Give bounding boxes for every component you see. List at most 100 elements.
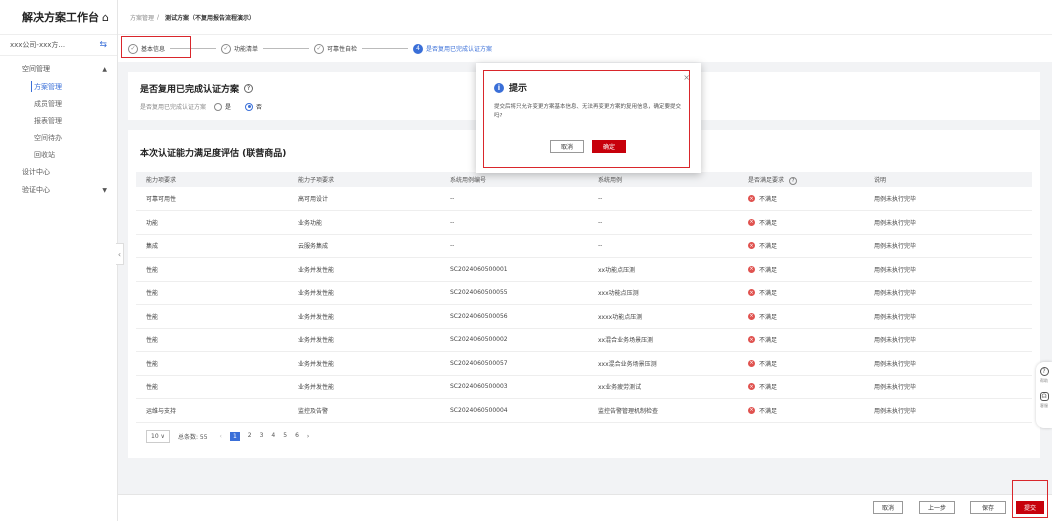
save-button[interactable]: 保存 xyxy=(970,501,1006,514)
status-badge: × 不满足 xyxy=(748,194,777,203)
status-badge: × 不满足 xyxy=(748,382,777,391)
page-number[interactable]: 3 xyxy=(260,432,264,441)
next-page-icon[interactable]: › xyxy=(307,433,309,440)
page-size-select[interactable]: 10 ∨ xyxy=(146,429,170,443)
highlight-box-dialog xyxy=(483,70,690,168)
page-number[interactable]: 6 xyxy=(295,432,299,441)
radio-yes-label: 是 xyxy=(225,104,232,111)
sidebar-group-label: 验证中心 xyxy=(22,186,50,194)
radio-no[interactable] xyxy=(245,102,254,111)
page-number[interactable]: 2 xyxy=(248,432,252,441)
help-icon[interactable]: ? xyxy=(789,176,798,185)
status-badge: × 不满足 xyxy=(748,265,777,274)
table-row: 性能 业务并发性能 SC2024060500057 xxx混合业务场景压测 × 不满足 用例… xyxy=(136,351,1032,376)
headset-icon[interactable]: ☊ xyxy=(1039,392,1049,401)
prev-page-icon[interactable]: ‹ xyxy=(220,433,222,440)
sidebar-collapse-button[interactable]: ‹ xyxy=(116,243,124,265)
status-text: 不满足 xyxy=(759,196,778,203)
sidebar: 解决方案工作台 ⌂ xxx公司-xxx方... ⇆ 空间管理 ▲ 方案管理 成员… xyxy=(0,0,118,521)
step-reliability[interactable]: ✓ 可靠性自检 xyxy=(314,43,358,54)
status-cell: × 不满足 xyxy=(738,375,864,399)
sidebar-item-members[interactable]: 成员管理 xyxy=(0,95,117,112)
cancel-button[interactable]: 取消 xyxy=(873,501,903,514)
status-text: 不满足 xyxy=(759,337,778,345)
check-circle-icon: ✓ xyxy=(221,43,232,54)
status-cell: × 不满足 xyxy=(738,398,864,423)
page-number[interactable]: 5 xyxy=(283,432,287,441)
step-connector xyxy=(362,48,409,49)
step-connector xyxy=(263,48,310,49)
table-cell: 性能 xyxy=(136,375,288,399)
page-number[interactable]: 4 xyxy=(271,432,275,441)
step-function-list[interactable]: ✓ 功能清单 xyxy=(221,43,258,54)
help-icon[interactable]: ? xyxy=(244,84,254,93)
status-cell: × 不满足 xyxy=(738,304,864,329)
status-text: 不满足 xyxy=(759,384,778,392)
home-icon[interactable]: ⌂ xyxy=(102,11,109,24)
table-cell: 性能 xyxy=(136,351,288,376)
table-cell: 用例未执行完毕 xyxy=(864,210,1032,235)
table-cell: SC2024060500056 xyxy=(440,304,588,329)
table-cell: 性能 xyxy=(136,281,288,305)
org-switch-icon[interactable]: ⇆ xyxy=(99,40,107,50)
status-cell: × 不满足 xyxy=(738,257,864,282)
status-text: 不满足 xyxy=(759,290,778,298)
table-cell: 业务并发性能 xyxy=(288,351,440,376)
status-text: 不满足 xyxy=(759,360,778,368)
table-cell: 高可用设计 xyxy=(288,187,440,211)
status-text: 不满足 xyxy=(759,243,778,251)
table-cell: 监控告警管理机制检查 xyxy=(588,398,738,423)
table-row: 功能 业务功能 -- -- × 不满足 用例未执行完毕 xyxy=(136,210,1032,235)
sidebar-item-recycle[interactable]: 回收站 xyxy=(0,146,117,163)
col-header: 系统用例 xyxy=(588,172,738,187)
sidebar-group-space[interactable]: 空间管理 ▲ xyxy=(0,60,117,78)
status-badge: × 不满足 xyxy=(748,288,777,297)
table-cell: 运维与支持 xyxy=(136,398,288,423)
sidebar-item-reports[interactable]: 报表管理 xyxy=(0,112,117,129)
status-badge: × 不满足 xyxy=(748,218,777,227)
help-icon[interactable]: ? xyxy=(1039,367,1049,376)
sidebar-item-todo[interactable]: 空间待办 xyxy=(0,129,117,146)
step-progress: ✓ 基本信息 ✓ 功能清单 ✓ 可靠性自检 4 是否复用已完成认证方案 xyxy=(118,34,1052,62)
status-text: 不满足 xyxy=(759,407,778,415)
breadcrumb-root[interactable]: 方案管理 xyxy=(130,13,154,22)
total-count: 总条数: 55 xyxy=(177,433,208,441)
status-cell: × 不满足 xyxy=(738,187,864,211)
sidebar-group-design[interactable]: 设计中心 xyxy=(0,163,117,181)
breadcrumb-current: 测试方案（不复用报告流程演示） xyxy=(165,14,256,22)
pagination: 10 ∨ 总条数: 55 ‹ 123456 › xyxy=(136,429,1032,443)
help-label: 帮助 xyxy=(1040,378,1048,383)
table-cell: SC2024060500057 xyxy=(440,351,588,376)
reuse-title-text: 是否复用已完成认证方案 xyxy=(140,85,240,95)
org-selector[interactable]: xxx公司-xxx方... ⇆ xyxy=(0,34,117,56)
sidebar-item-solutions[interactable]: 方案管理 xyxy=(0,78,117,95)
sidebar-group-label: 空间管理 xyxy=(22,65,50,73)
service-label: 客服 xyxy=(1040,403,1048,408)
error-icon: × xyxy=(748,265,755,273)
radio-yes[interactable] xyxy=(214,102,223,111)
evaluation-card: 本次认证能力满足度评估 (联营商品) 能力项要求 能力子项要求 系统用例编号 系… xyxy=(128,130,1040,458)
table-cell: 用例未执行完毕 xyxy=(864,281,1032,305)
status-badge: × 不满足 xyxy=(748,312,777,321)
table-cell: xx混合业务场景压测 xyxy=(588,328,738,352)
sidebar-group-verify[interactable]: 验证中心 ▼ xyxy=(0,181,117,199)
col-header-status-label: 是否满足要求 xyxy=(748,176,785,184)
chevron-down-icon: ▼ xyxy=(102,186,107,194)
table-cell: 业务并发性能 xyxy=(288,257,440,282)
sidebar-group-label: 设计中心 xyxy=(22,168,50,176)
app-title-text: 解决方案工作台 xyxy=(22,11,99,24)
step-label: 可靠性自检 xyxy=(327,46,358,53)
status-cell: × 不满足 xyxy=(738,234,864,258)
table-cell: xxx混合业务场景压测 xyxy=(588,351,738,376)
error-icon: × xyxy=(748,406,755,414)
check-circle-icon: ✓ xyxy=(314,43,325,54)
chevron-up-icon: ▲ xyxy=(102,65,107,73)
error-icon: × xyxy=(748,242,755,250)
step-reuse[interactable]: 4 是否复用已完成认证方案 xyxy=(413,43,492,54)
table-cell: -- xyxy=(588,234,738,258)
table-row: 性能 业务并发性能 SC2024060500003 xx业务疲劳测试 × 不满足 用例未执行… xyxy=(136,375,1032,399)
table-cell: 用例未执行完毕 xyxy=(864,351,1032,376)
page-number[interactable]: 1 xyxy=(229,431,240,441)
table-cell: SC2024060500003 xyxy=(440,375,588,399)
prev-step-button[interactable]: 上一步 xyxy=(919,501,955,514)
